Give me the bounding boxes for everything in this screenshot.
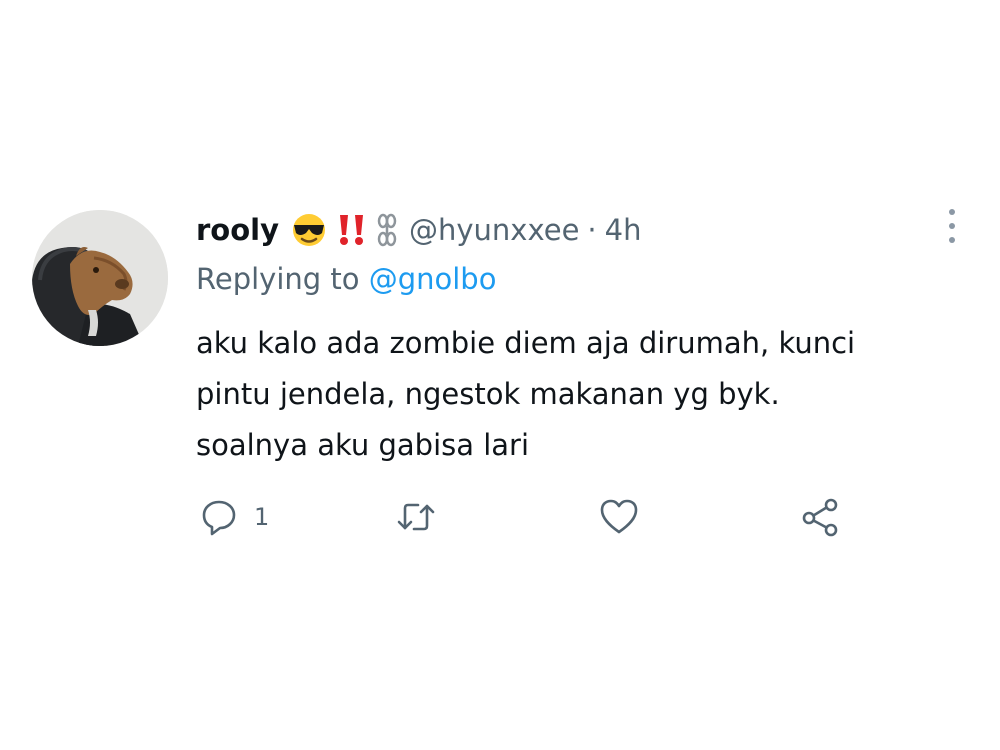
more-options-icon[interactable] (940, 206, 964, 246)
replying-to-line: Replying to @gnolbo (196, 262, 496, 296)
replying-to-handle[interactable]: @gnolbo (369, 262, 497, 296)
avatar-image (32, 210, 168, 346)
tweet-header: rooly @hyunxxee · 4h (196, 206, 641, 254)
display-name[interactable]: rooly (196, 213, 279, 247)
double-exclamation-icon (337, 213, 367, 247)
retweet-icon (396, 498, 436, 536)
user-handle[interactable]: @hyunxxee (409, 213, 579, 247)
comment-bubble-icon (200, 498, 238, 536)
chain-link-icon (375, 213, 399, 247)
avatar[interactable] (32, 210, 168, 346)
tweet-text-line: aku kalo ada zombie diem aja dirumah, ku… (196, 326, 856, 360)
tweet-timestamp[interactable]: 4h (605, 213, 642, 247)
share-nodes-icon (800, 497, 842, 537)
header-separator: · (587, 213, 597, 247)
share-button[interactable] (800, 494, 842, 540)
tweet-text-line: pintu jendela, ngestok makanan yg byk. (196, 377, 780, 411)
tweet-actions: 1 (196, 494, 876, 540)
retweet-button[interactable] (396, 494, 436, 540)
tweet-card: rooly @hyunxxee · 4h Replying to @gnolbo… (0, 0, 1000, 750)
tweet-text-line: soalnya aku gabisa lari (196, 428, 530, 462)
heart-icon (599, 498, 639, 536)
like-button[interactable] (599, 494, 639, 540)
replying-to-label: Replying to (196, 262, 360, 296)
reply-button[interactable]: 1 (200, 494, 269, 540)
reply-count: 1 (254, 503, 270, 531)
tweet-text: aku kalo ada zombie diem aja dirumah, ku… (196, 318, 976, 471)
smiling-face-with-sunglasses-icon (289, 213, 329, 247)
